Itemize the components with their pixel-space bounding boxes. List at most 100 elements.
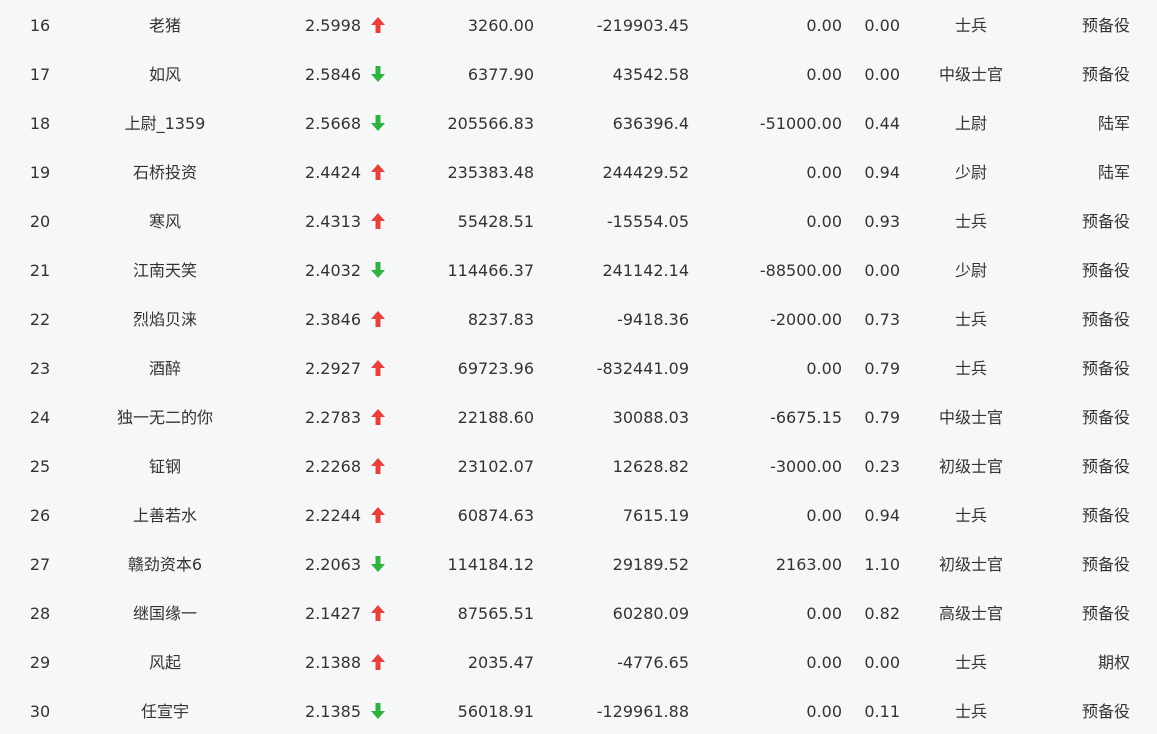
title-cell: 少尉	[954, 261, 987, 280]
trend-cell	[368, 148, 390, 197]
trend-cell	[368, 589, 390, 638]
score-cell: 2.1388	[305, 653, 361, 672]
score-cell: 2.1385	[305, 702, 361, 721]
table-row[interactable]: 24 独一无二的你 2.2783 22188.60 30088.03 -6675.15 0.…	[0, 393, 1157, 442]
value3-cell: 0.00	[806, 604, 842, 623]
arrow-up-icon	[370, 506, 386, 524]
rank-cell: 16	[29, 16, 51, 35]
value1-cell: 55428.51	[457, 212, 534, 231]
category-cell: 预备役	[1081, 604, 1130, 623]
value3-cell: -6675.15	[770, 408, 842, 427]
table-row[interactable]: 16 老猪 2.5998 3260.00 -219903.45 0.00 0.00 士兵 预备役	[0, 1, 1157, 50]
name-cell: 老猪	[148, 16, 181, 35]
value1-cell: 60874.63	[457, 506, 534, 525]
arrow-down-icon	[370, 702, 386, 720]
table-row[interactable]: 25 钲钢 2.2268 23102.07 12628.82 -3000.00 0.23 初级…	[0, 442, 1157, 491]
value3-cell: 2163.00	[775, 555, 842, 574]
rank-cell: 19	[29, 163, 51, 182]
trend-cell	[368, 1, 390, 50]
arrow-down-icon	[370, 114, 386, 132]
title-cell: 士兵	[954, 310, 987, 329]
name-cell: 赣劲资本6	[127, 555, 203, 574]
title-cell: 初级士官	[938, 457, 1003, 476]
score-cell: 2.5668	[305, 114, 361, 133]
table-row[interactable]: 22 烈焰贝涞 2.3846 8237.83 -9418.36 -2000.00 0.73 士…	[0, 295, 1157, 344]
category-cell: 期权	[1097, 653, 1130, 672]
rank-cell: 27	[29, 555, 51, 574]
table-row[interactable]: 23 酒醉 2.2927 69723.96 -832441.09 0.00 0.79 士兵 预备…	[0, 344, 1157, 393]
ratio-cell: 0.23	[864, 457, 900, 476]
category-cell: 预备役	[1081, 212, 1130, 231]
trend-cell	[368, 295, 390, 344]
value3-cell: 0.00	[806, 212, 842, 231]
value3-cell: 0.00	[806, 65, 842, 84]
value1-cell: 114466.37	[447, 261, 534, 280]
value3-cell: -88500.00	[759, 261, 842, 280]
ratio-cell: 0.73	[864, 310, 900, 329]
table-row[interactable]: 29 风起 2.1388 2035.47 -4776.65 0.00 0.00 士兵 期权	[0, 638, 1157, 687]
rank-cell: 17	[29, 65, 51, 84]
category-cell: 预备役	[1081, 702, 1130, 721]
table-row[interactable]: 30 任宣宇 2.1385 56018.91 -129961.88 0.00 0.11 士兵 预…	[0, 687, 1157, 734]
ratio-cell: 0.00	[864, 261, 900, 280]
category-cell: 预备役	[1081, 457, 1130, 476]
table-row[interactable]: 20 寒风 2.4313 55428.51 -15554.05 0.00 0.93 士兵 预备役	[0, 197, 1157, 246]
value1-cell: 8237.83	[467, 310, 534, 329]
table-row[interactable]: 28 继国缘一 2.1427 87565.51 60280.09 0.00 0.82 高级士官…	[0, 589, 1157, 638]
score-cell: 2.5846	[305, 65, 361, 84]
name-cell: 江南天笑	[132, 261, 197, 280]
value1-cell: 114184.12	[447, 555, 534, 574]
name-cell: 独一无二的你	[116, 408, 213, 427]
value1-cell: 6377.90	[467, 65, 534, 84]
rank-cell: 29	[29, 653, 51, 672]
rank-cell: 20	[29, 212, 51, 231]
table-row[interactable]: 27 赣劲资本6 2.2063 114184.12 29189.52 2163.00 1.1…	[0, 540, 1157, 589]
ratio-cell: 0.00	[864, 16, 900, 35]
value2-cell: 29189.52	[612, 555, 689, 574]
table-row[interactable]: 26 上善若水 2.2244 60874.63 7615.19 0.00 0.94 士兵 预备役	[0, 491, 1157, 540]
table-row[interactable]: 18 上尉_1359 2.5668 205566.83 636396.4 -51000.0…	[0, 99, 1157, 148]
score-cell: 2.2783	[305, 408, 361, 427]
arrow-up-icon	[370, 359, 386, 377]
value3-cell: -3000.00	[770, 457, 842, 476]
value3-cell: 0.00	[806, 506, 842, 525]
category-cell: 预备役	[1081, 506, 1130, 525]
value1-cell: 2035.47	[467, 653, 534, 672]
category-cell: 预备役	[1081, 359, 1130, 378]
value1-cell: 56018.91	[457, 702, 534, 721]
value2-cell: 244429.52	[602, 163, 689, 182]
value2-cell: 43542.58	[612, 65, 689, 84]
rank-cell: 25	[29, 457, 51, 476]
name-cell: 如风	[148, 65, 181, 84]
name-cell: 风起	[148, 653, 181, 672]
category-cell: 陆军	[1097, 114, 1130, 133]
trend-cell	[368, 50, 390, 99]
title-cell: 士兵	[954, 212, 987, 231]
name-cell: 烈焰贝涞	[132, 310, 197, 329]
trend-cell	[368, 638, 390, 687]
arrow-down-icon	[370, 65, 386, 83]
title-cell: 中级士官	[938, 65, 1003, 84]
arrow-up-icon	[370, 653, 386, 671]
arrow-up-icon	[370, 604, 386, 622]
trend-cell	[368, 344, 390, 393]
trend-cell	[368, 491, 390, 540]
value1-cell: 205566.83	[447, 114, 534, 133]
trend-cell	[368, 99, 390, 148]
arrow-down-icon	[370, 261, 386, 279]
value2-cell: 60280.09	[612, 604, 689, 623]
value2-cell: -4776.65	[617, 653, 689, 672]
table-row[interactable]: 19 石桥投资 2.4424 235383.48 244429.52 0.00 0.94 少尉…	[0, 148, 1157, 197]
title-cell: 士兵	[954, 506, 987, 525]
table-row[interactable]: 21 江南天笑 2.4032 114466.37 241142.14 -88500.00 0…	[0, 246, 1157, 295]
title-cell: 中级士官	[938, 408, 1003, 427]
rank-cell: 26	[29, 506, 51, 525]
table-row[interactable]: 17 如风 2.5846 6377.90 43542.58 0.00 0.00 中级士官 预备役	[0, 50, 1157, 99]
score-cell: 2.2268	[305, 457, 361, 476]
arrow-up-icon	[370, 212, 386, 230]
value3-cell: -51000.00	[759, 114, 842, 133]
score-cell: 2.5998	[305, 16, 361, 35]
value3-cell: 0.00	[806, 16, 842, 35]
category-cell: 预备役	[1081, 16, 1130, 35]
title-cell: 少尉	[954, 163, 987, 182]
